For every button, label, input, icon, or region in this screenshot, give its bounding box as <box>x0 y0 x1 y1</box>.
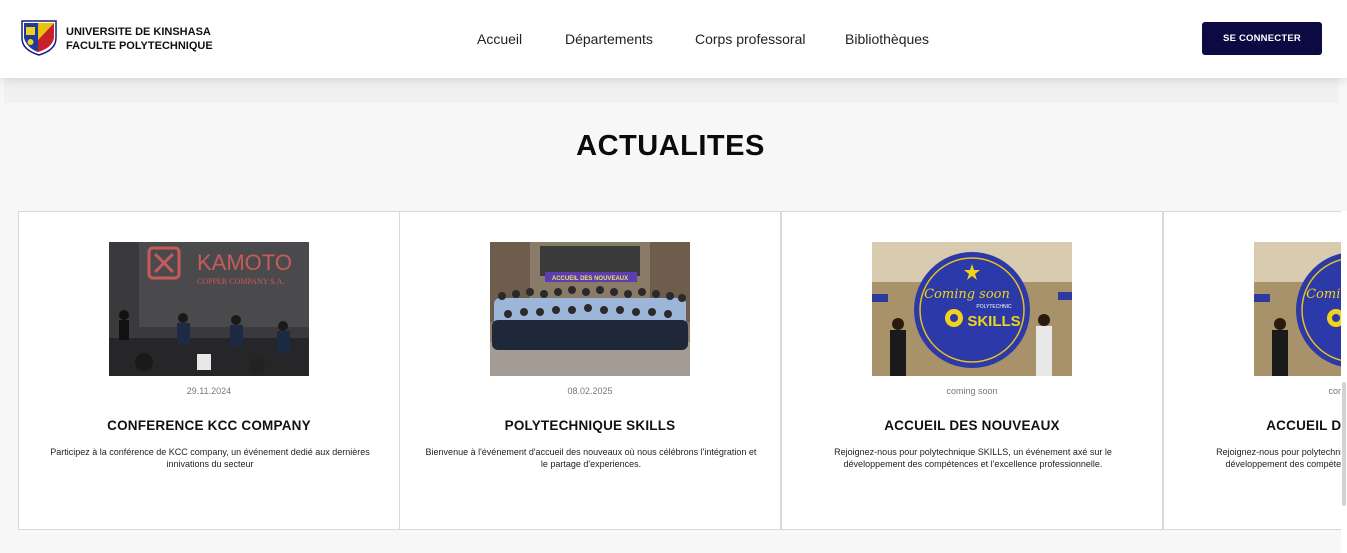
scrollbar-thumb[interactable] <box>1342 382 1346 506</box>
news-card[interactable]: KAMOTO COPPER COMPANY S.A. 29.11.2024 CO… <box>18 211 400 530</box>
poster-subtext: POLYTECHNIC <box>976 304 1012 310</box>
news-description: Rejoignez-nous pour polytechnique SKILLS… <box>834 447 1112 469</box>
news-card[interactable]: Coming soon coming soon ACCUEIL DES NOUV… <box>1163 211 1347 530</box>
news-date: coming soon <box>946 386 998 396</box>
news-image-group-photo[interactable]: ACCUEIL DES NOUVEAUX <box>490 242 690 376</box>
news-title[interactable]: ACCUEIL DES NOUVEAUX <box>1164 418 1347 433</box>
news-description: Bienvenue à l'événement d'accueil des no… <box>425 447 757 469</box>
news-image-skills-poster[interactable]: Coming soon <box>1254 242 1347 376</box>
news-title[interactable]: ACCUEIL DES NOUVEAUX <box>782 418 1162 433</box>
nav-accueil[interactable]: Accueil <box>477 31 522 47</box>
brand-line-university: UNIVERSITE DE KINSHASA <box>66 26 211 38</box>
news-carousel: KAMOTO COPPER COMPANY S.A. 29.11.2024 CO… <box>18 211 1347 530</box>
hero-band <box>4 78 1338 103</box>
news-date: coming soon <box>1328 386 1347 396</box>
nav-bibliotheques[interactable]: Bibliothèques <box>845 31 929 47</box>
kamoto-logo-subtext: COPPER COMPANY S.A. <box>197 277 284 286</box>
news-card[interactable]: ACCUEIL DES NOUVEAUX 08.02.2025 POLYTECH… <box>399 211 781 530</box>
site-header: UNIVERSITE DE KINSHASA FACULTE POLYTECHN… <box>0 0 1347 78</box>
news-image-skills-poster[interactable]: Coming soon POLYTECHNIC SKILLS <box>872 242 1072 376</box>
brand-line-faculty: FACULTE POLYTECHNIQUE <box>66 40 213 52</box>
coming-soon-text: Coming soon <box>924 287 1010 302</box>
news-date: 29.11.2024 <box>186 386 232 396</box>
news-title[interactable]: CONFERENCE KCC COMPANY <box>19 418 399 433</box>
banner-text: ACCUEIL DES NOUVEAUX <box>552 276 628 282</box>
news-card[interactable]: Coming soon POLYTECHNIC SKILLS coming so… <box>781 211 1163 530</box>
nav-departements[interactable]: Départements <box>565 31 653 47</box>
poster-badge: SKILLS <box>967 313 1020 330</box>
university-crest-icon[interactable] <box>18 18 60 56</box>
kamoto-logo-text: KAMOTO <box>197 250 292 275</box>
news-description: Rejoignez-nous pour polytechnique SKILLS… <box>1216 447 1347 469</box>
section-title: ACTUALITES <box>576 130 765 162</box>
news-description: Participez à la conférence de KCC compan… <box>50 447 370 469</box>
news-image-kcc[interactable]: KAMOTO COPPER COMPANY S.A. <box>109 242 309 376</box>
news-date: 08.02.2025 <box>567 386 613 396</box>
brand-name[interactable]: UNIVERSITE DE KINSHASA FACULTE POLYTECHN… <box>66 25 213 53</box>
news-title[interactable]: POLYTECHNIQUE SKILLS <box>400 418 780 433</box>
nav-corps-professoral[interactable]: Corps professoral <box>695 31 806 47</box>
login-button[interactable]: SE CONNECTER <box>1202 22 1322 55</box>
